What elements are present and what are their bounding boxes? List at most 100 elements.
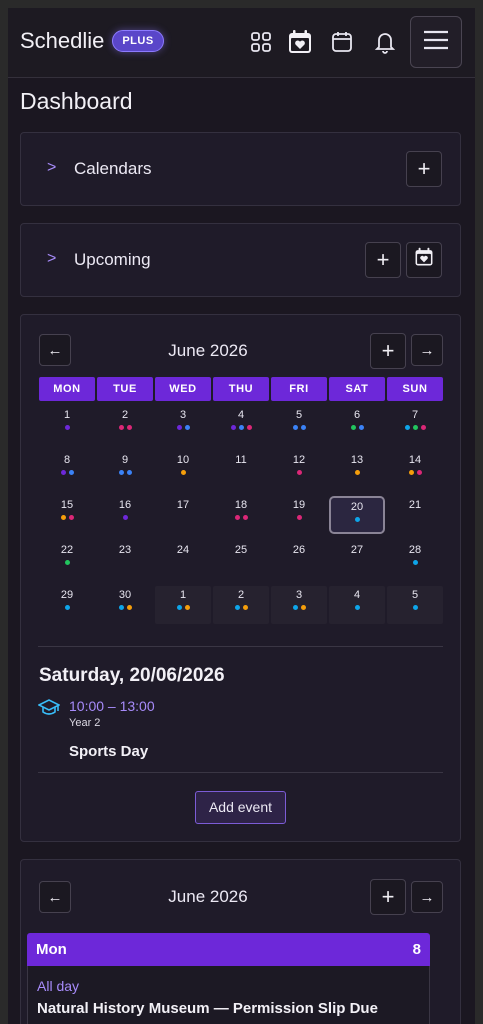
calendar-day[interactable]: 2 — [213, 586, 269, 624]
event-dot — [296, 470, 302, 475]
calendar-day[interactable]: 28 — [387, 541, 443, 579]
event-dot — [176, 425, 182, 430]
agenda-event[interactable]: All day Natural History Museum — Permiss… — [27, 966, 430, 1024]
event-dot — [408, 470, 414, 475]
app-logo[interactable]: Schedlie — [20, 28, 104, 54]
calendar-day[interactable]: 23 — [97, 541, 153, 579]
day-number: 30 — [118, 589, 132, 601]
event-title[interactable]: Sports Day — [69, 743, 148, 760]
event-dots — [329, 605, 385, 610]
calendar-day[interactable]: 3 — [155, 406, 211, 444]
add-upcoming-button[interactable]: + — [365, 242, 401, 278]
prev-month-button[interactable]: ← — [39, 334, 71, 366]
day-number: 21 — [408, 499, 422, 511]
calendar-day[interactable]: 5 — [271, 406, 327, 444]
day-number: 4 — [237, 409, 245, 421]
prev-week-button[interactable]: ← — [39, 881, 71, 913]
calendar-day[interactable]: 25 — [213, 541, 269, 579]
calendar-heart-icon[interactable] — [286, 28, 314, 56]
event-dots — [213, 560, 269, 565]
day-number: 10 — [176, 454, 190, 466]
day-number: 22 — [60, 544, 74, 556]
next-month-button[interactable]: → — [411, 334, 443, 366]
day-number: 2 — [121, 409, 129, 421]
day-number: 15 — [60, 499, 74, 511]
calendar-day[interactable]: 26 — [271, 541, 327, 579]
calendar-day[interactable]: 8 — [39, 451, 95, 489]
plus-badge: PLUS — [112, 30, 164, 52]
event-dots — [97, 425, 153, 430]
chevron-right-icon[interactable]: > — [47, 250, 56, 268]
day-number: 6 — [353, 409, 361, 421]
event-dot — [64, 560, 70, 565]
calendar-day[interactable]: 22 — [39, 541, 95, 579]
grid-icon[interactable] — [247, 28, 275, 56]
day-number: 5 — [295, 409, 303, 421]
weekday-thu: THU — [213, 377, 269, 401]
calendar-day[interactable]: 29 — [39, 586, 95, 624]
calendars-label[interactable]: Calendars — [74, 159, 152, 179]
calendar-day[interactable]: 18 — [213, 496, 269, 534]
calendar-day[interactable]: 9 — [97, 451, 153, 489]
event-dot — [404, 425, 410, 430]
calendar-icon[interactable] — [328, 28, 356, 56]
agenda-add-button[interactable]: + — [370, 879, 406, 915]
calendar-day[interactable]: 1 — [39, 406, 95, 444]
event-dot — [354, 517, 360, 522]
event-dots — [213, 425, 269, 430]
event-dots — [271, 605, 327, 610]
calendars-accordion[interactable]: > Calendars + — [20, 132, 461, 206]
upcoming-calendar-button[interactable] — [406, 242, 442, 278]
event-dots — [39, 560, 95, 565]
calendar-day[interactable]: 10 — [155, 451, 211, 489]
add-event-button[interactable]: Add event — [195, 791, 286, 824]
event-dot — [126, 605, 132, 610]
calendar-day[interactable]: 12 — [271, 451, 327, 489]
add-calendar-button[interactable]: + — [406, 151, 442, 187]
calendar-day[interactable]: 3 — [271, 586, 327, 624]
menu-button[interactable] — [410, 16, 462, 68]
calendar-day[interactable]: 7 — [387, 406, 443, 444]
calendar-day[interactable]: 4 — [213, 406, 269, 444]
weekday-sun: SUN — [387, 377, 443, 401]
calendar-day[interactable]: 6 — [329, 406, 385, 444]
event-dot — [412, 560, 418, 565]
calendar-day[interactable]: 14 — [387, 451, 443, 489]
calendar-day[interactable]: 2 — [97, 406, 153, 444]
event-dot — [234, 515, 240, 520]
agenda-event-title[interactable]: Natural History Museum — Permission Slip… — [37, 1000, 378, 1017]
event-dots — [271, 560, 327, 565]
day-number: 13 — [350, 454, 364, 466]
calendar-day[interactable]: 11 — [213, 451, 269, 489]
calendar-day[interactable]: 30 — [97, 586, 153, 624]
calendar-day[interactable]: 27 — [329, 541, 385, 579]
event-dots — [329, 560, 385, 565]
calendar-day[interactable]: 13 — [329, 451, 385, 489]
add-event-plus-button[interactable]: + — [370, 333, 406, 369]
day-number: 20 — [350, 501, 364, 513]
weekday-sat: SAT — [329, 377, 385, 401]
chevron-right-icon[interactable]: > — [47, 159, 56, 177]
agenda-day-header: Mon 8 — [27, 933, 430, 966]
calendar-day[interactable]: 20 — [329, 496, 385, 534]
calendar-day[interactable]: 4 — [329, 586, 385, 624]
calendar-day[interactable]: 19 — [271, 496, 327, 534]
calendar-day[interactable]: 15 — [39, 496, 95, 534]
graduation-cap-icon — [37, 698, 61, 723]
calendar-day[interactable]: 21 — [387, 496, 443, 534]
calendar-day[interactable]: 24 — [155, 541, 211, 579]
event-time: 10:00 – 13:00 — [69, 698, 155, 714]
calendar-day[interactable]: 16 — [97, 496, 153, 534]
calendar-day[interactable]: 17 — [155, 496, 211, 534]
upcoming-label[interactable]: Upcoming — [74, 250, 151, 270]
day-number: 3 — [179, 409, 187, 421]
event-dots — [387, 425, 443, 430]
calendar-day[interactable]: 5 — [387, 586, 443, 624]
day-number: 24 — [176, 544, 190, 556]
upcoming-accordion[interactable]: > Upcoming + — [20, 223, 461, 297]
bell-icon[interactable] — [371, 28, 399, 56]
calendar-day[interactable]: 1 — [155, 586, 211, 624]
day-number: 29 — [60, 589, 74, 601]
next-week-button[interactable]: → — [411, 881, 443, 913]
weekday-fri: FRI — [271, 377, 327, 401]
